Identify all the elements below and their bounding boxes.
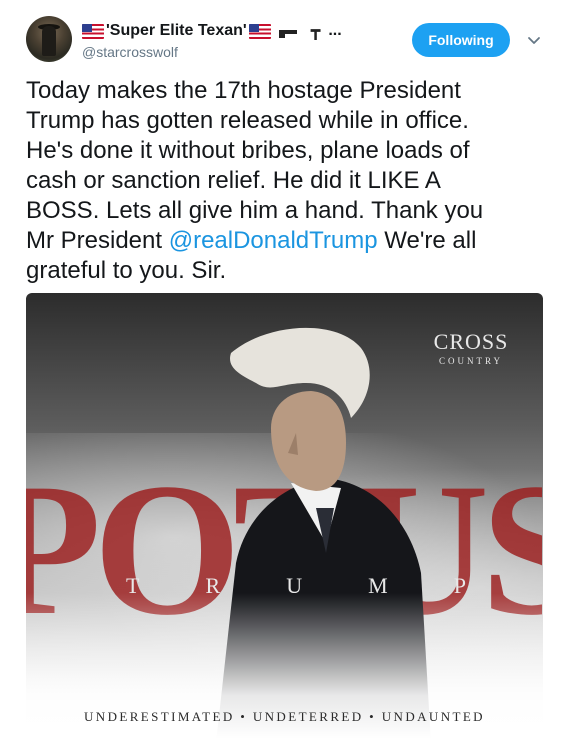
cross-country-logo: CROSS COUNTRY — [426, 329, 516, 366]
tweet-text-line: cash or sanction relief. He did it LIKE … — [26, 167, 441, 194]
tweet-header: 'Super Elite Texan' ┳ ... @starcrosswolf… — [0, 0, 564, 72]
name-overflow-ellipsis: ... — [328, 22, 342, 39]
tweet-text-line: Trump has gotten released while in offic… — [26, 107, 469, 134]
tweet-text-line: He's done it without bribes, plane loads… — [26, 137, 470, 164]
us-flag-icon — [82, 23, 104, 39]
tweet-text-line: BOSS. Lets all give him a hand. Thank yo… — [26, 197, 484, 224]
image-tagline: UNDERESTIMATED • UNDETERRED • UNDAUNTED — [84, 709, 485, 724]
tweet-text-segment: Mr President — [26, 227, 169, 254]
tweet-text-line: Mr President @realDonaldTrump We're all — [26, 226, 546, 256]
chevron-down-icon[interactable] — [524, 30, 544, 50]
tweet-text-line: Today makes the 17th hostage President — [26, 77, 461, 104]
tweet-image[interactable]: POTUS CROSS COUNTRY T R U M P UNDERESTIM… — [26, 293, 543, 739]
avatar[interactable] — [26, 16, 72, 62]
us-flag-icon — [248, 23, 271, 39]
tweet-text: Today makes the 17th hostage President T… — [26, 76, 546, 286]
rifle-icon — [278, 25, 303, 38]
emoji-glyph: ┳ — [310, 23, 321, 40]
display-name[interactable]: 'Super Elite Texan' — [106, 22, 247, 40]
tweet-text-segment: We're all — [377, 227, 477, 254]
mention-link[interactable]: @realDonaldTrump — [169, 227, 378, 254]
display-name-row[interactable]: 'Super Elite Texan' ┳ ... — [82, 20, 342, 42]
brand-sub: COUNTRY — [438, 356, 503, 366]
following-button[interactable]: Following — [412, 23, 510, 57]
avatar-figure — [42, 26, 56, 56]
brand-main: CROSS — [433, 329, 509, 354]
tweet-text-line: grateful to you. Sir. — [26, 257, 227, 284]
user-handle[interactable]: @starcrosswolf — [82, 44, 178, 60]
